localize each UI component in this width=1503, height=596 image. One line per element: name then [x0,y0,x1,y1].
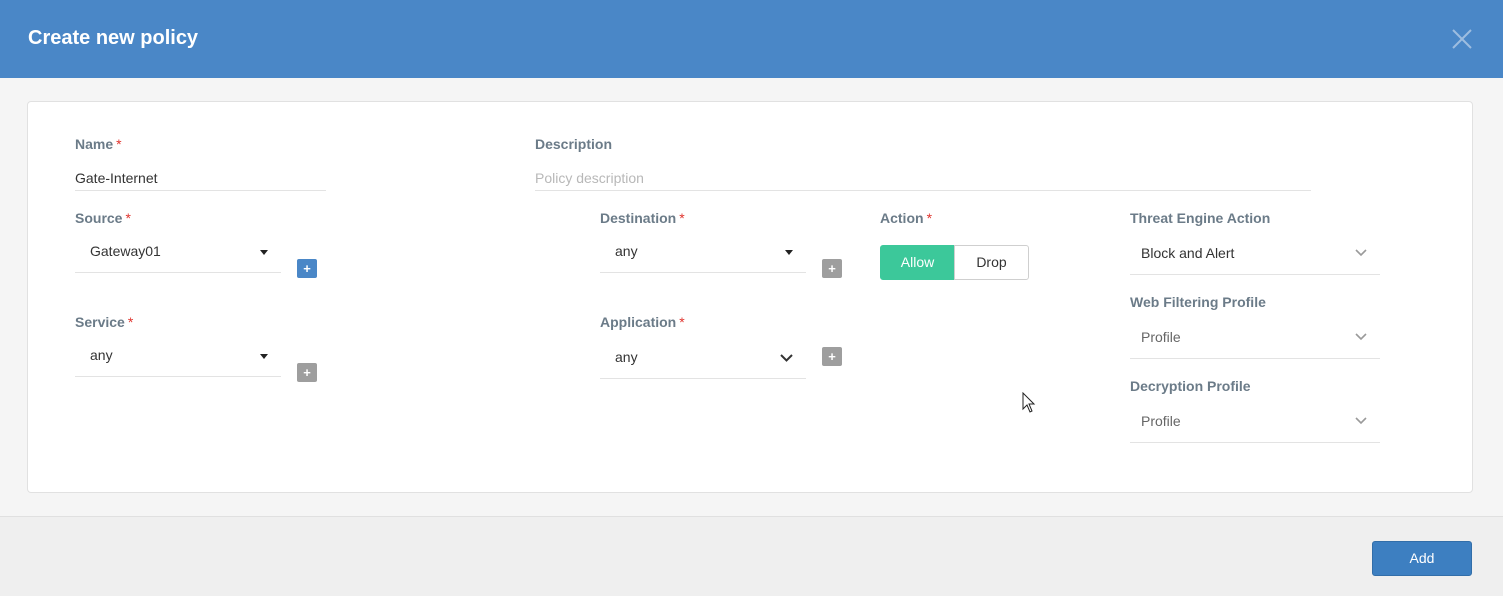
application-value: any [615,349,638,365]
required-marker: * [127,314,134,330]
decryption-profile-label: Decryption Profile [1130,378,1251,394]
dialog-footer: Add [0,516,1503,596]
policy-form-card: Name* Description Source* Gateway01 + De… [27,101,1473,493]
action-label: Action * [880,210,933,226]
required-marker: * [679,210,685,226]
chevron-down-icon [1355,333,1367,341]
chevron-down-icon [1355,249,1367,257]
web-filtering-profile-select[interactable]: Profile [1130,319,1380,359]
service-value: any [90,347,113,363]
threat-engine-action-select[interactable]: Block and Alert [1130,235,1380,275]
required-marker: * [679,314,685,330]
add-button[interactable]: Add [1372,541,1472,576]
destination-label: Destination * [600,210,685,226]
service-select[interactable]: any [75,337,281,377]
service-label: Service * [75,314,134,330]
dialog-title: Create new policy [28,27,199,49]
source-select[interactable]: Gateway01 [75,233,281,273]
required-marker: * [116,136,122,152]
action-allow-button[interactable]: Allow [880,245,955,280]
chevron-down-icon [1355,417,1367,425]
decryption-profile-select[interactable]: Profile [1130,403,1380,443]
required-marker: * [926,210,933,226]
destination-select[interactable]: any [600,233,806,273]
add-application-button[interactable]: + [822,347,842,366]
application-label: Application * [600,314,685,330]
application-select[interactable]: any [600,339,806,379]
web-filtering-profile-label: Web Filtering Profile [1130,294,1266,310]
source-label: Source * [75,210,131,226]
close-icon[interactable] [1450,27,1474,51]
required-marker: * [125,210,131,226]
caret-down-icon [260,250,268,255]
description-label: Description [535,136,613,152]
add-service-button[interactable]: + [297,363,317,382]
web-filtering-profile-value: Profile [1141,329,1181,345]
threat-engine-action-value: Block and Alert [1141,245,1235,261]
name-input[interactable] [75,165,326,191]
dialog-header: Create new policy [0,0,1503,78]
caret-down-icon [785,250,793,255]
caret-down-icon [260,354,268,359]
source-value: Gateway01 [90,243,161,259]
add-destination-button[interactable]: + [822,259,842,278]
threat-engine-action-label: Threat Engine Action [1130,210,1271,226]
chevron-down-icon [780,354,793,362]
destination-value: any [615,243,638,259]
add-source-button[interactable]: + [297,259,317,278]
mouse-cursor-icon [1022,392,1036,413]
action-drop-button[interactable]: Drop [954,245,1029,280]
name-label: Name * [75,136,122,152]
description-input[interactable] [535,165,1311,191]
decryption-profile-value: Profile [1141,413,1181,429]
